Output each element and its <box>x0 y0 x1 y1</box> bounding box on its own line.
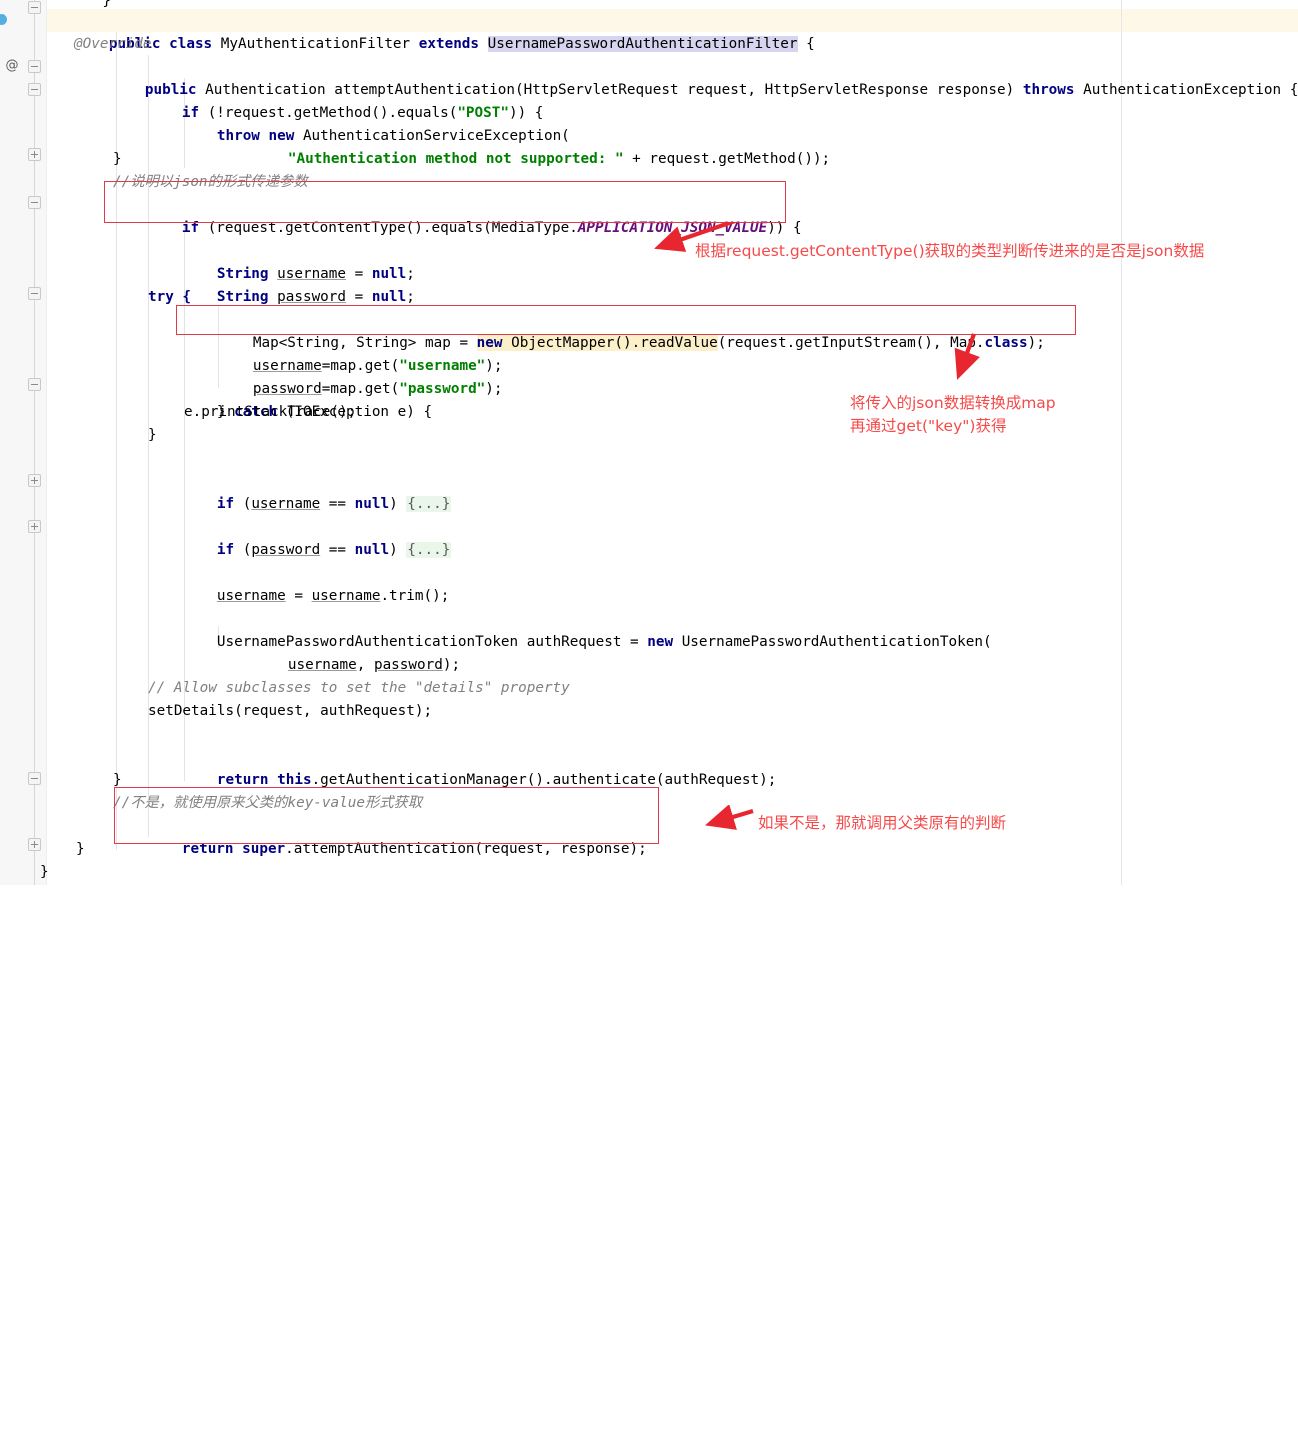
code-token: if <box>217 496 243 512</box>
code-comment: // Allow subclasses to set the "details"… <box>148 677 570 700</box>
code-line: } <box>113 769 122 792</box>
code-token: password <box>251 542 320 558</box>
code-editor[interactable]: @ } public class MyAuthenticationFilter … <box>0 0 1298 885</box>
code-token: username <box>217 588 286 604</box>
code-token: , <box>357 657 374 673</box>
code-token: password <box>374 657 443 673</box>
code-token: ) <box>389 542 406 558</box>
code-token: try { <box>148 289 191 305</box>
code-token: == <box>320 542 354 558</box>
code-token: if <box>217 542 243 558</box>
code-line: } <box>76 838 85 861</box>
folded-code-block[interactable]: {...} <box>406 542 451 558</box>
code-token: .trim(); <box>380 588 449 604</box>
code-token: null <box>355 542 389 558</box>
code-token: ) <box>389 496 406 512</box>
code-line: } <box>148 424 157 447</box>
code-comment: //说明以json的形式传递参数 <box>113 171 308 194</box>
code-line: } <box>113 148 122 171</box>
code-line: } <box>40 861 49 884</box>
code-token: username <box>312 588 381 604</box>
code-token: = <box>286 588 312 604</box>
code-token: ); <box>443 657 460 673</box>
code-token: null <box>355 496 389 512</box>
code-line: e.printStackTrace(); <box>184 401 356 424</box>
code-token: == <box>320 496 354 512</box>
code-token: APPLICATION_JSON_VALUE <box>578 220 767 236</box>
code-content[interactable]: } public class MyAuthenticationFilter ex… <box>0 0 1298 885</box>
folded-code-block[interactable]: {...} <box>406 496 451 512</box>
code-comment: //不是，就使用原来父类的key-value形式获取 <box>113 792 422 815</box>
code-line: setDetails(request, authRequest); <box>148 700 432 723</box>
code-token: if <box>182 220 208 236</box>
code-token: (request.getContentType().equals(MediaTy… <box>208 220 578 236</box>
override-annotation: @Override <box>74 33 151 56</box>
code-token: )) { <box>767 220 801 236</box>
code-token: username <box>288 657 357 673</box>
code-token: username <box>251 496 320 512</box>
